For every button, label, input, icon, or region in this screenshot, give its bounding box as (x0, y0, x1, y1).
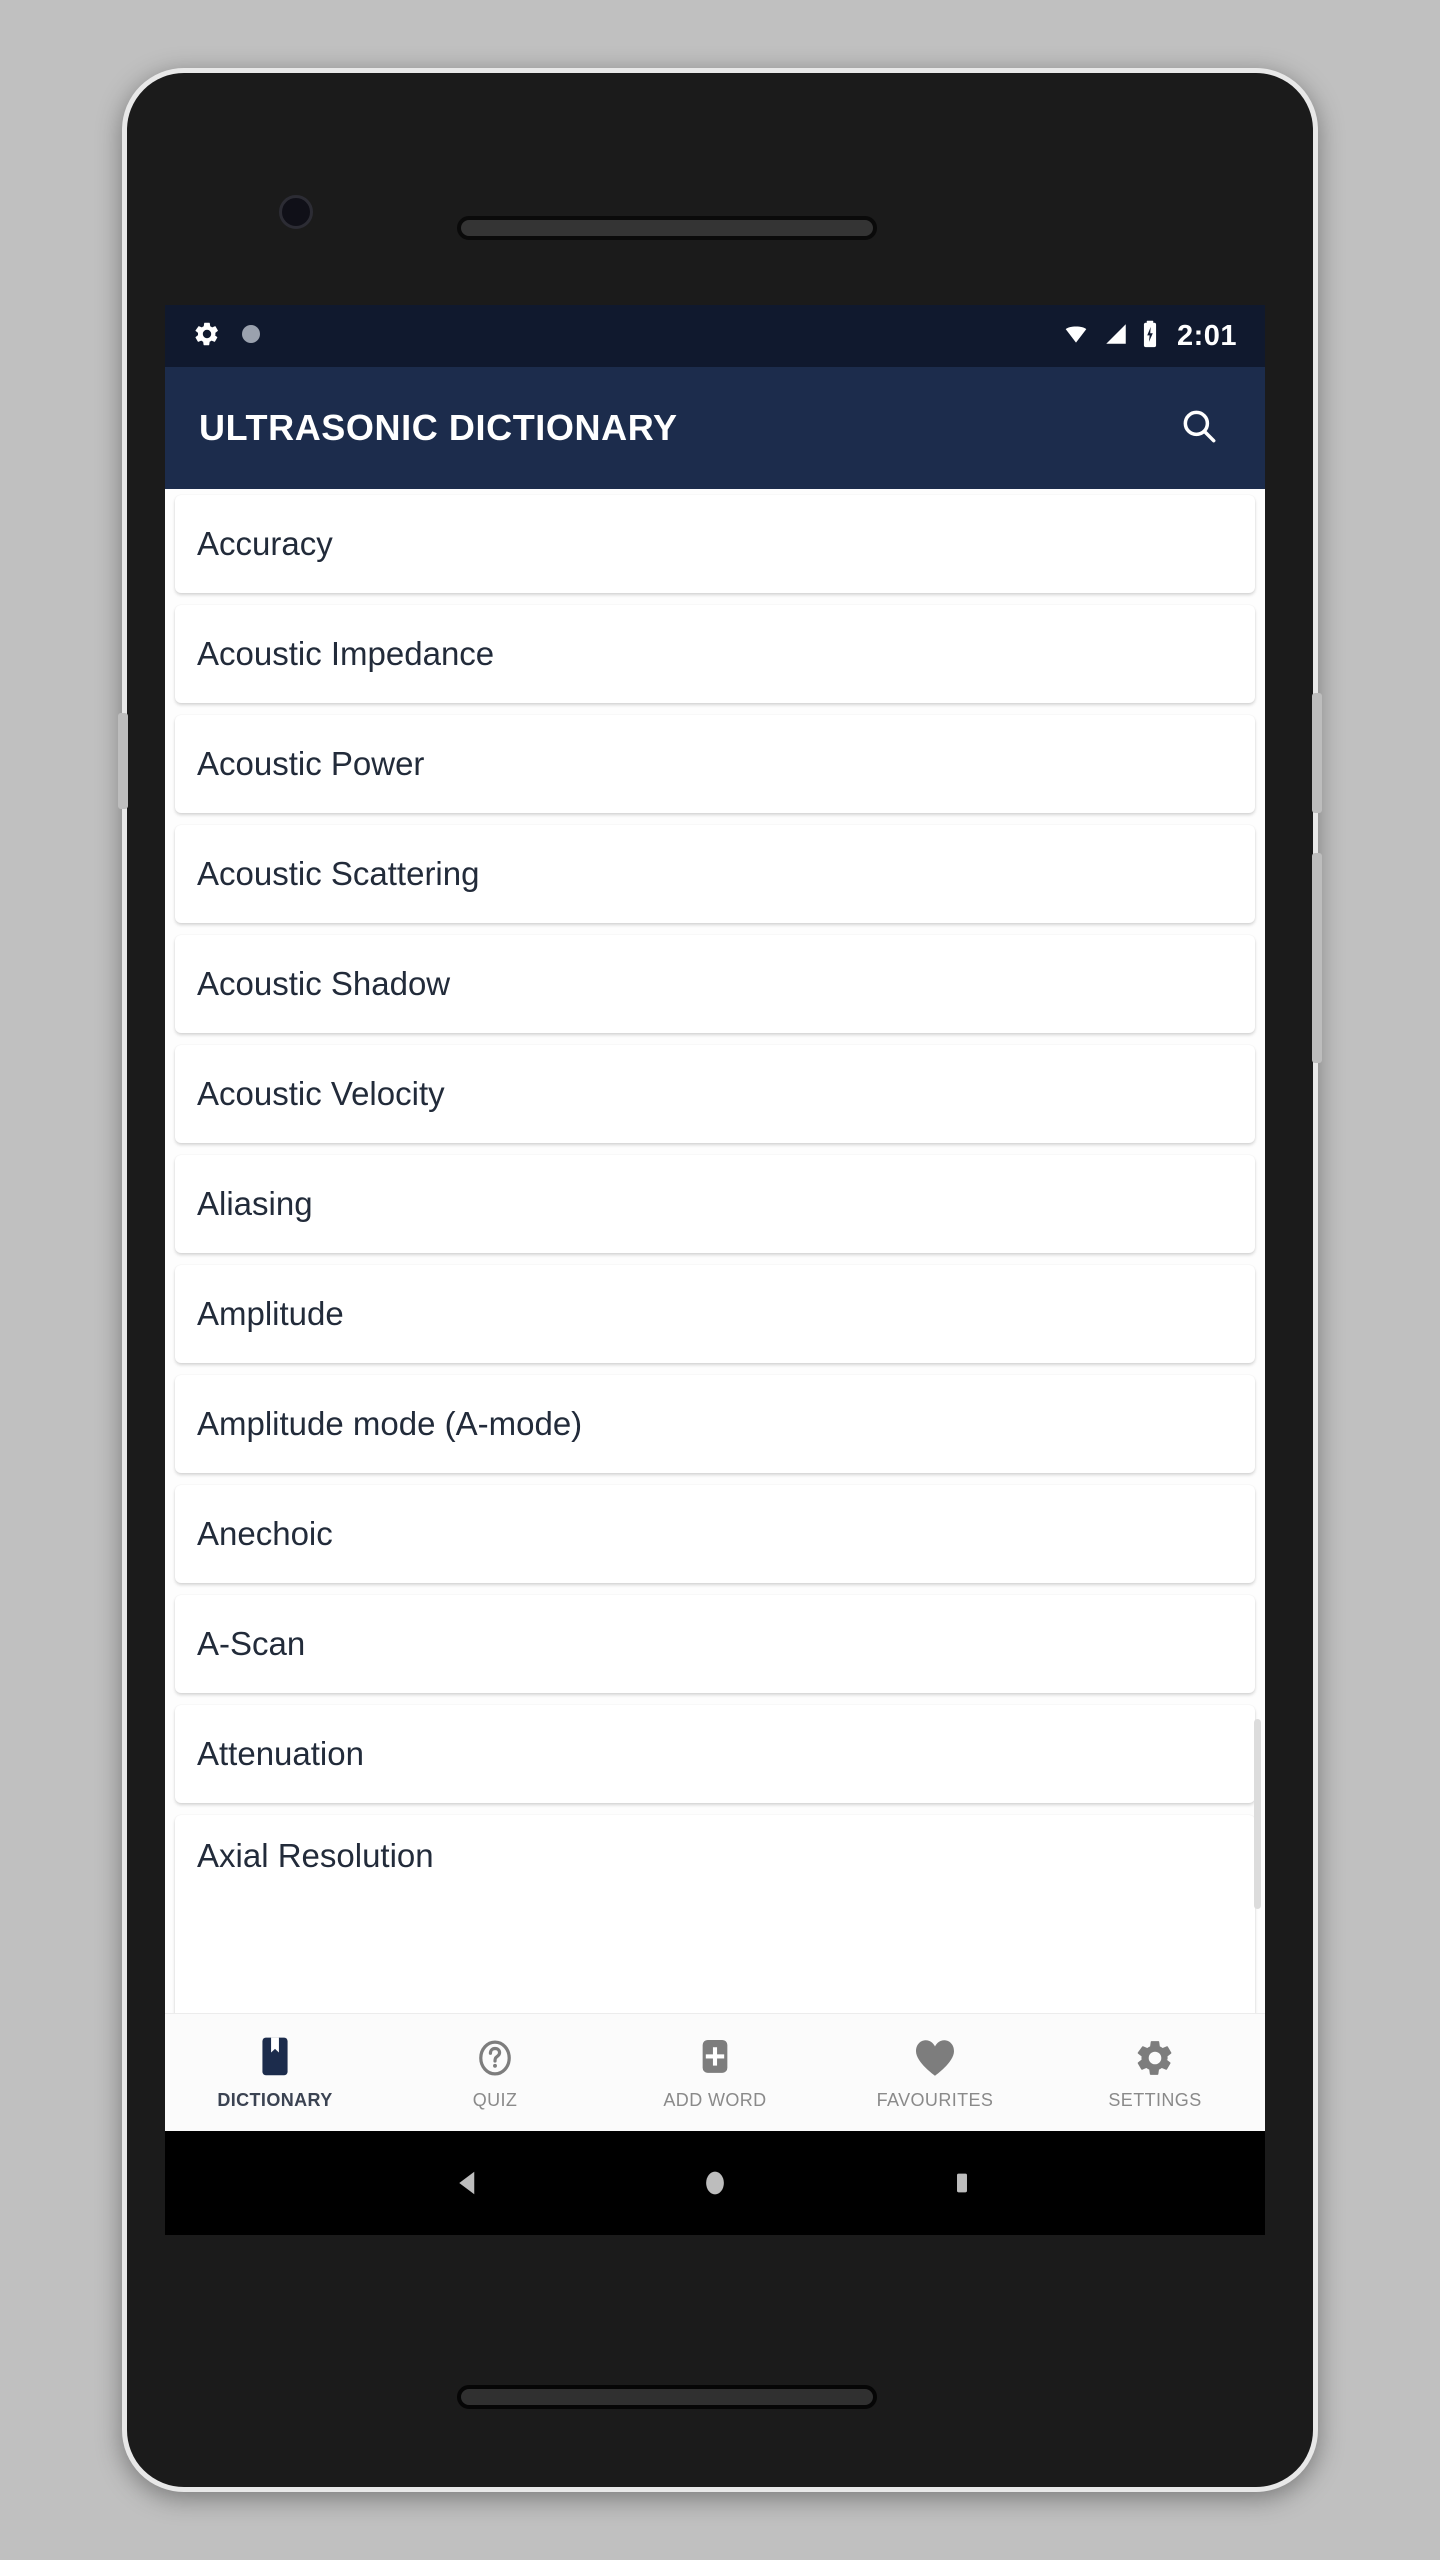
word-list-item[interactable]: Acoustic Impedance (175, 605, 1255, 703)
circle-icon (239, 322, 263, 351)
nav-label-favourites: FAVOURITES (876, 2089, 994, 2110)
search-button[interactable] (1167, 396, 1231, 460)
word-list-item[interactable]: Acoustic Velocity (175, 1045, 1255, 1143)
nav-item-quiz[interactable]: QUIZ (385, 2014, 605, 2131)
word-list-item-label: Amplitude (197, 1295, 344, 1332)
word-list-item[interactable]: A-Scan (175, 1595, 1255, 1693)
word-list-item[interactable]: Acoustic Power (175, 715, 1255, 813)
device-side-button-left[interactable] (118, 713, 128, 809)
nav-item-add-word[interactable]: ADD WORD (605, 2014, 825, 2131)
word-list-item[interactable]: Amplitude mode (A-mode) (175, 1375, 1255, 1473)
phone-device-frame: 2:01 ULTRASONIC DICTIONARY Accuracy Acou… (118, 68, 1322, 2492)
nav-item-settings[interactable]: SETTINGS (1045, 2014, 1265, 2131)
word-list-item-label: Attenuation (197, 1735, 364, 1772)
dictionary-word-list[interactable]: Accuracy Acoustic Impedance Acoustic Power… (165, 489, 1265, 2013)
app-bar: ULTRASONIC DICTIONARY (165, 367, 1265, 489)
gear-icon (193, 320, 221, 353)
back-button[interactable] (420, 2131, 516, 2235)
page-title: ULTRASONIC DICTIONARY (199, 407, 678, 448)
word-list-item[interactable]: Acoustic Shadow (175, 935, 1255, 1033)
word-list-item-label: Accuracy (197, 525, 333, 562)
word-list-item[interactable]: Amplitude (175, 1265, 1255, 1363)
question-circle-icon (474, 2035, 516, 2081)
device-volume-button[interactable] (1312, 853, 1322, 1063)
word-list-item-label: Aliasing (197, 1185, 313, 1222)
bottom-speaker (457, 2385, 877, 2409)
signal-icon (1103, 321, 1129, 352)
status-bar-notifications (193, 320, 263, 353)
phone-screen: 2:01 ULTRASONIC DICTIONARY Accuracy Acou… (165, 305, 1265, 2235)
book-icon (256, 2035, 294, 2081)
android-navigation-bar (165, 2131, 1265, 2235)
screenshot-stage: 2:01 ULTRASONIC DICTIONARY Accuracy Acou… (0, 0, 1440, 2560)
recents-button[interactable] (914, 2131, 1010, 2235)
word-list-item[interactable]: Aliasing (175, 1155, 1255, 1253)
list-scrollbar[interactable] (1254, 1719, 1261, 1909)
word-list-item-label: Axial Resolution (197, 1837, 434, 1874)
nav-item-favourites[interactable]: FAVOURITES (825, 2014, 1045, 2131)
word-list-item-label: Acoustic Shadow (197, 965, 451, 1002)
word-list-item-label: A-Scan (197, 1625, 306, 1662)
square-icon (956, 2173, 967, 2193)
word-list-item[interactable]: Axial Resolution (175, 1815, 1255, 2013)
status-bar-system-icons: 2:01 (1061, 320, 1237, 353)
circle-icon (706, 2171, 724, 2195)
word-list-item-label: Acoustic Power (197, 745, 425, 782)
word-list-item[interactable]: Anechoic (175, 1485, 1255, 1583)
word-list-item[interactable]: Accuracy (175, 495, 1255, 593)
word-list-item[interactable]: Acoustic Scattering (175, 825, 1255, 923)
bottom-navigation-bar: DICTIONARY QUIZ ADD WORD FAVOURITES SETT… (165, 2013, 1265, 2131)
heart-icon (913, 2035, 957, 2081)
word-list-item-label: Anechoic (197, 1515, 333, 1552)
front-camera-icon (279, 195, 313, 229)
wifi-icon (1061, 321, 1091, 352)
status-bar-clock: 2:01 (1176, 319, 1237, 352)
word-list-item-label: Amplitude mode (A-mode) (197, 1405, 583, 1442)
word-list-item-label: Acoustic Impedance (197, 635, 495, 672)
nav-item-dictionary[interactable]: DICTIONARY (165, 2014, 385, 2131)
android-status-bar: 2:01 (165, 305, 1265, 367)
search-icon (1178, 405, 1220, 452)
nav-label-dictionary: DICTIONARY (217, 2089, 333, 2110)
plus-square-icon (696, 2035, 734, 2081)
home-button[interactable] (667, 2131, 763, 2235)
battery-icon (1141, 320, 1159, 353)
triangle-left-icon (459, 2171, 475, 2195)
word-list-item[interactable]: Attenuation (175, 1705, 1255, 1803)
word-list-item-label: Acoustic Velocity (197, 1075, 445, 1112)
gear-icon (1134, 2035, 1176, 2081)
word-list-item-label: Acoustic Scattering (197, 855, 480, 892)
nav-label-add-word: ADD WORD (663, 2089, 767, 2110)
earpiece-speaker (457, 216, 877, 240)
nav-label-quiz: QUIZ (472, 2089, 518, 2110)
device-power-button[interactable] (1312, 693, 1322, 813)
nav-label-settings: SETTINGS (1108, 2089, 1202, 2110)
